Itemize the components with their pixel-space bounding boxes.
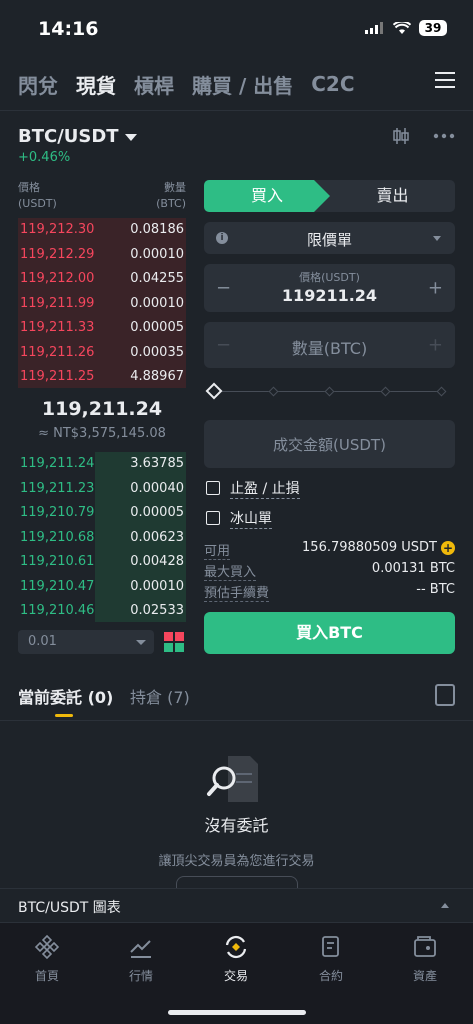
available-row: 可用 156.79880509 USDT + (204, 540, 455, 560)
top-tabs: 閃兌 現貨 槓桿 購買 / 出售 C2C (18, 66, 455, 102)
price-change: +0.46% (18, 150, 71, 165)
buy-tab[interactable]: 買入 (204, 180, 330, 212)
increase-price-button[interactable]: + (428, 278, 443, 299)
empty-title: 沒有委託 (204, 816, 269, 835)
divider (0, 720, 473, 721)
buy-sell-toggle: 買入 賣出 (204, 180, 455, 212)
iceberg-checkbox[interactable]: 冰山單 (206, 508, 272, 529)
menu-icon[interactable] (435, 72, 455, 90)
empty-subtitle: 讓頂尖交易員為您進行交易 (158, 854, 315, 869)
bottom-nav: 首頁 行情 交易 合約 資產 (0, 922, 473, 1024)
bid-list: 119,211.24 3.63785 119,211.23 0.00040 119,… (18, 452, 186, 624)
bid-row[interactable]: 119,210.46 0.02533 (18, 599, 186, 624)
chevron-down-icon (136, 640, 146, 645)
tab-margin[interactable]: 槓桿 (134, 70, 174, 99)
total-input[interactable]: 成交金額(USDT) (204, 420, 455, 468)
tab-open-orders[interactable]: 當前委託 (0) (18, 684, 113, 708)
markets-icon (130, 940, 151, 958)
ask-row[interactable]: 119,211.25 4.88967 (18, 365, 186, 390)
tab-spot[interactable]: 現貨 (76, 70, 116, 99)
status-time: 14:16 (38, 18, 99, 40)
tab-holdings[interactable]: 持倉 (7) (130, 684, 190, 708)
fiat-price: ≈ NT$3,575,145.08 (38, 426, 166, 441)
nav-home[interactable]: 首頁 (12, 933, 82, 984)
buy-btc-button[interactable]: 買入BTC (204, 612, 455, 654)
nav-assets[interactable]: 資產 (390, 933, 460, 984)
bid-row[interactable]: 119,210.68 0.00623 (18, 526, 186, 551)
amount-slider[interactable] (205, 382, 448, 400)
pair-header: BTC/USDT (18, 126, 455, 150)
tab-buy-sell[interactable]: 購買 / 出售 (192, 70, 293, 99)
bid-row[interactable]: 119,211.23 0.00040 (18, 477, 186, 502)
checkbox-icon[interactable] (206, 481, 220, 495)
ask-row[interactable]: 119,211.26 0.00035 (18, 341, 186, 366)
home-indicator[interactable] (168, 1010, 306, 1015)
futures-icon (322, 936, 339, 957)
home-icon (34, 934, 60, 960)
quantity-input[interactable]: − 數量(BTC) + (204, 322, 455, 368)
ask-row[interactable]: 119,212.30 0.08186 (18, 218, 186, 243)
wifi-icon (393, 21, 411, 34)
ask-row[interactable]: 119,212.00 0.04255 (18, 267, 186, 292)
chart-bar[interactable]: BTC/USDT 圖表 (0, 888, 473, 922)
max-buy-row: 最大買入 0.00131 BTC (204, 561, 455, 581)
chevron-up-icon[interactable] (441, 903, 449, 908)
ask-list: 119,212.30 0.08186 119,212.29 0.00010 119,… (18, 218, 186, 390)
sell-tab[interactable]: 賣出 (330, 180, 455, 212)
slider-handle[interactable] (205, 382, 223, 400)
nav-futures[interactable]: 合約 (296, 933, 366, 984)
nav-trade[interactable]: 交易 (201, 933, 271, 984)
price-unit: (USDT) (18, 197, 57, 210)
bid-row[interactable]: 119,210.79 0.00005 (18, 501, 186, 526)
pair-selector[interactable]: BTC/USDT (18, 126, 119, 147)
more-icon[interactable] (433, 133, 455, 139)
order-type-select[interactable]: i 限價單 (204, 222, 455, 254)
nav-markets[interactable]: 行情 (106, 933, 176, 984)
qty-header: 數量 (164, 181, 186, 194)
bid-row[interactable]: 119,211.24 3.63785 (18, 452, 186, 477)
no-orders-icon (207, 756, 258, 802)
status-bar: 14:16 39 (0, 0, 473, 60)
add-funds-icon[interactable]: + (441, 540, 455, 555)
price-header: 價格 (18, 181, 40, 194)
increase-qty-button[interactable]: + (428, 335, 443, 356)
status-icons: 39 (365, 20, 447, 36)
bid-row[interactable]: 119,210.61 0.00428 (18, 550, 186, 575)
last-price[interactable]: 119,211.24 (18, 398, 186, 420)
fee-row: 預估手續費 -- BTC (204, 582, 455, 602)
order-history-icon[interactable] (435, 684, 455, 706)
precision-select[interactable]: 0.01 (18, 630, 154, 654)
tp-sl-checkbox[interactable]: 止盈 / 止損 (206, 478, 300, 499)
ask-row[interactable]: 119,211.33 0.00005 (18, 316, 186, 341)
bid-row[interactable]: 119,210.47 0.00010 (18, 575, 186, 600)
price-input[interactable]: − 價格(USDT) 119211.24 + (204, 264, 455, 312)
signal-icon (365, 22, 383, 34)
chevron-down-icon[interactable] (124, 134, 137, 141)
tab-c2c[interactable]: C2C (311, 72, 354, 96)
checkbox-icon[interactable] (206, 511, 220, 525)
order-tabs: 當前委託 (0) 持倉 (7) (18, 684, 455, 720)
candlestick-chart-icon[interactable] (391, 126, 411, 146)
ask-row[interactable]: 119,212.29 0.00010 (18, 243, 186, 268)
wallet-icon (414, 936, 436, 957)
tab-indicator (55, 714, 73, 717)
trade-icon (225, 935, 247, 959)
qty-unit: (BTC) (156, 197, 186, 210)
chevron-down-icon (433, 236, 441, 241)
orderbook-layout-icon[interactable] (164, 632, 184, 652)
divider (0, 110, 473, 111)
battery-indicator: 39 (419, 20, 447, 36)
tab-convert[interactable]: 閃兌 (18, 70, 58, 99)
ask-row[interactable]: 119,211.99 0.00010 (18, 292, 186, 317)
